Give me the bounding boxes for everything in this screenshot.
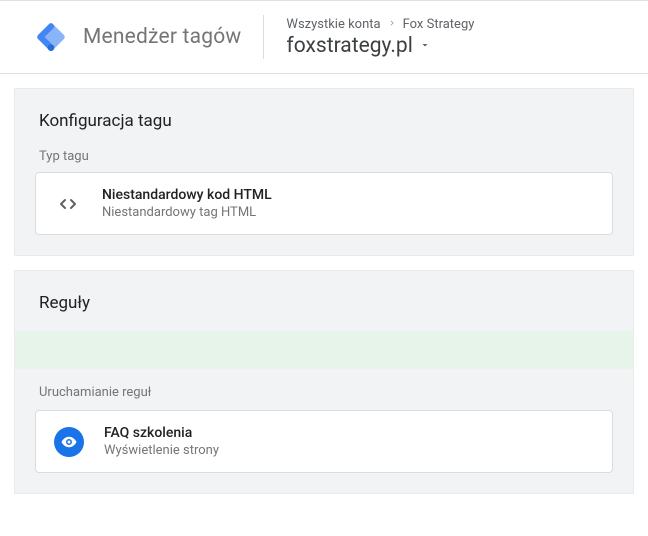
- tag-type-tile[interactable]: Niestandardowy kod HTML Niestandardowy t…: [35, 172, 613, 235]
- rules-title: Reguły: [15, 271, 633, 331]
- breadcrumb-all-accounts[interactable]: Wszystkie konta: [286, 17, 380, 32]
- chevron-right-icon: [387, 17, 397, 32]
- tag-type-title: Niestandardowy kod HTML: [102, 187, 272, 203]
- trigger-title: FAQ szkolenia: [104, 425, 219, 441]
- tag-type-subtitle: Niestandardowy tag HTML: [102, 205, 272, 220]
- trigger-text: FAQ szkolenia Wyświetlenie strony: [104, 425, 219, 458]
- rules-highlight-band: [15, 331, 633, 369]
- firing-trigger-tile[interactable]: FAQ szkolenia Wyświetlenie strony: [35, 410, 613, 473]
- rules-panel: Reguły Uruchamianie reguł FAQ szkolenia …: [14, 270, 634, 494]
- container-dropdown[interactable]: foxstrategy.pl: [286, 34, 474, 58]
- breadcrumb-account[interactable]: Fox Strategy: [403, 17, 475, 32]
- tag-type-text: Niestandardowy kod HTML Niestandardowy t…: [102, 187, 272, 220]
- firing-rules-label: Uruchamianie reguł: [15, 369, 633, 410]
- caret-down-icon: [419, 36, 431, 55]
- account-selector[interactable]: Wszystkie konta Fox Strategy foxstrategy…: [286, 17, 474, 58]
- tag-type-label: Typ tagu: [15, 149, 633, 172]
- tag-configuration-panel: Konfiguracja tagu Typ tagu Niestandardow…: [14, 88, 634, 256]
- code-brackets-icon: [54, 190, 82, 218]
- header-divider: [263, 15, 264, 59]
- app-title: Menedżer tagów: [83, 25, 241, 49]
- container-name: foxstrategy.pl: [286, 34, 412, 58]
- tag-config-title: Konfiguracja tagu: [15, 89, 633, 149]
- trigger-subtitle: Wyświetlenie strony: [104, 443, 219, 458]
- gtm-logo-icon: [35, 21, 67, 53]
- app-header: Menedżer tagów Wszystkie konta Fox Strat…: [0, 0, 648, 74]
- pageview-trigger-icon: [54, 427, 84, 457]
- breadcrumb: Wszystkie konta Fox Strategy: [286, 17, 474, 32]
